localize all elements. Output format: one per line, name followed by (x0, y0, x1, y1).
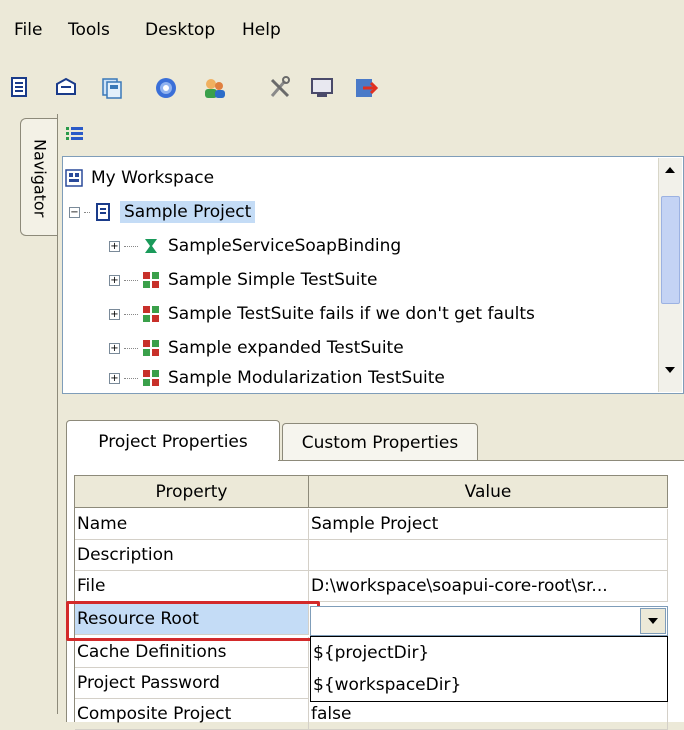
list-icon (66, 127, 83, 140)
new-project-button[interactable] (4, 72, 36, 104)
tree-child-row[interactable]: + Sample expanded TestSuite (109, 331, 404, 365)
users-icon (205, 79, 225, 98)
new-project-icon (11, 77, 27, 97)
tree-child-row[interactable]: + Sample TestSuite fails if we don't get… (109, 297, 535, 331)
column-header-value[interactable]: Value (309, 476, 668, 508)
expand-expander[interactable]: + (109, 274, 120, 286)
chevron-down-icon (648, 618, 658, 624)
property-value-cell[interactable]: D:\workspace\soapui-core-root\sr... (309, 571, 668, 602)
dropdown-option-project-dir[interactable]: ${projectDir} (311, 637, 667, 669)
navigator-tab[interactable]: Navigator (20, 118, 58, 236)
tree-root-row[interactable]: My Workspace (65, 161, 214, 195)
tools-icon (270, 76, 290, 98)
scroll-thumb[interactable] (661, 196, 680, 304)
monitor-icon (311, 78, 333, 97)
property-value-cell[interactable]: Sample Project (309, 509, 668, 540)
property-name-cell[interactable]: Description (75, 540, 309, 571)
menu-tools[interactable]: Tools (68, 20, 110, 40)
menu-help[interactable]: Help (242, 20, 281, 40)
scroll-up-icon[interactable] (663, 164, 677, 176)
toolbar (0, 62, 684, 114)
tree-child-row[interactable]: + SampleServiceSoapBinding (109, 229, 401, 263)
tab-custom-properties[interactable]: Custom Properties (282, 423, 478, 461)
project-label: Sample Project (120, 201, 256, 223)
combo-dropdown-button[interactable] (640, 608, 666, 634)
property-name-cell[interactable]: Project Password (75, 668, 309, 699)
menu-file[interactable]: File (14, 20, 42, 40)
expand-expander[interactable]: + (109, 342, 120, 354)
property-name-cell[interactable]: Composite Project (75, 699, 309, 730)
navigator-divider (57, 114, 58, 714)
project-icon (96, 203, 110, 221)
workspace-label: My Workspace (91, 168, 215, 188)
testsuite-icon (143, 370, 159, 386)
tree-child-row[interactable]: + Sample Simple TestSuite (109, 263, 378, 297)
tree-item-label: SampleServiceSoapBinding (168, 236, 402, 256)
import-project-button[interactable] (50, 72, 82, 104)
column-header-property[interactable]: Property (75, 476, 309, 508)
tab-label: Custom Properties (301, 432, 459, 453)
tree-item-label: Sample expanded TestSuite (168, 338, 404, 358)
collapse-expander[interactable]: − (69, 206, 80, 218)
property-name-cell[interactable]: Name (75, 509, 309, 540)
tree-item-label: Sample Simple TestSuite (168, 270, 378, 290)
testsuite-icon (143, 306, 159, 322)
navigator-tab-label: Navigator (30, 138, 50, 218)
import-project-icon (56, 77, 76, 95)
navigator-tree: My Workspace − Sample Project + SampleSe… (62, 156, 684, 394)
property-value-cell[interactable] (309, 540, 668, 571)
tree-item-label: Sample TestSuite fails if we don't get f… (168, 304, 535, 324)
property-name-cell[interactable]: File (75, 571, 309, 602)
property-value-cell[interactable]: false (309, 699, 668, 730)
scroll-down-icon[interactable] (663, 364, 677, 376)
interface-icon (145, 239, 157, 253)
exit-icon (356, 79, 379, 97)
exit-button[interactable] (350, 72, 382, 104)
menu-desktop[interactable]: Desktop (145, 20, 215, 40)
users-button[interactable] (198, 72, 230, 104)
expand-expander[interactable]: + (109, 308, 120, 320)
tree-toggle-button[interactable] (64, 124, 104, 152)
help-button[interactable] (150, 72, 182, 104)
tools-button[interactable] (264, 72, 296, 104)
help-icon (156, 78, 176, 98)
tab-project-properties[interactable]: Project Properties (66, 420, 280, 462)
dropdown-option-workspace-dir[interactable]: ${workspaceDir} (311, 669, 667, 701)
panel-splitter[interactable] (62, 400, 684, 406)
testsuite-icon (143, 272, 159, 288)
highlight-box (66, 601, 320, 641)
tree-item-label: Sample Modularization TestSuite (168, 368, 445, 388)
tree-project-row[interactable]: − Sample Project (69, 195, 256, 229)
resource-root-combo[interactable] (310, 606, 668, 636)
save-all-button[interactable] (96, 72, 128, 104)
expand-expander[interactable]: + (109, 240, 120, 252)
monitor-button[interactable] (306, 72, 338, 104)
save-all-icon (102, 78, 122, 99)
workspace-icon (65, 169, 83, 187)
resource-root-dropdown: ${projectDir} ${workspaceDir} (310, 636, 668, 702)
testsuite-icon (143, 340, 159, 356)
tab-label: Project Properties (98, 431, 248, 452)
expand-expander[interactable]: + (109, 372, 120, 384)
property-name-cell[interactable]: Cache Definitions (75, 637, 309, 668)
menu-bar: File Tools Desktop Help (0, 0, 684, 62)
tree-child-row[interactable]: + Sample Modularization TestSuite (109, 361, 445, 395)
